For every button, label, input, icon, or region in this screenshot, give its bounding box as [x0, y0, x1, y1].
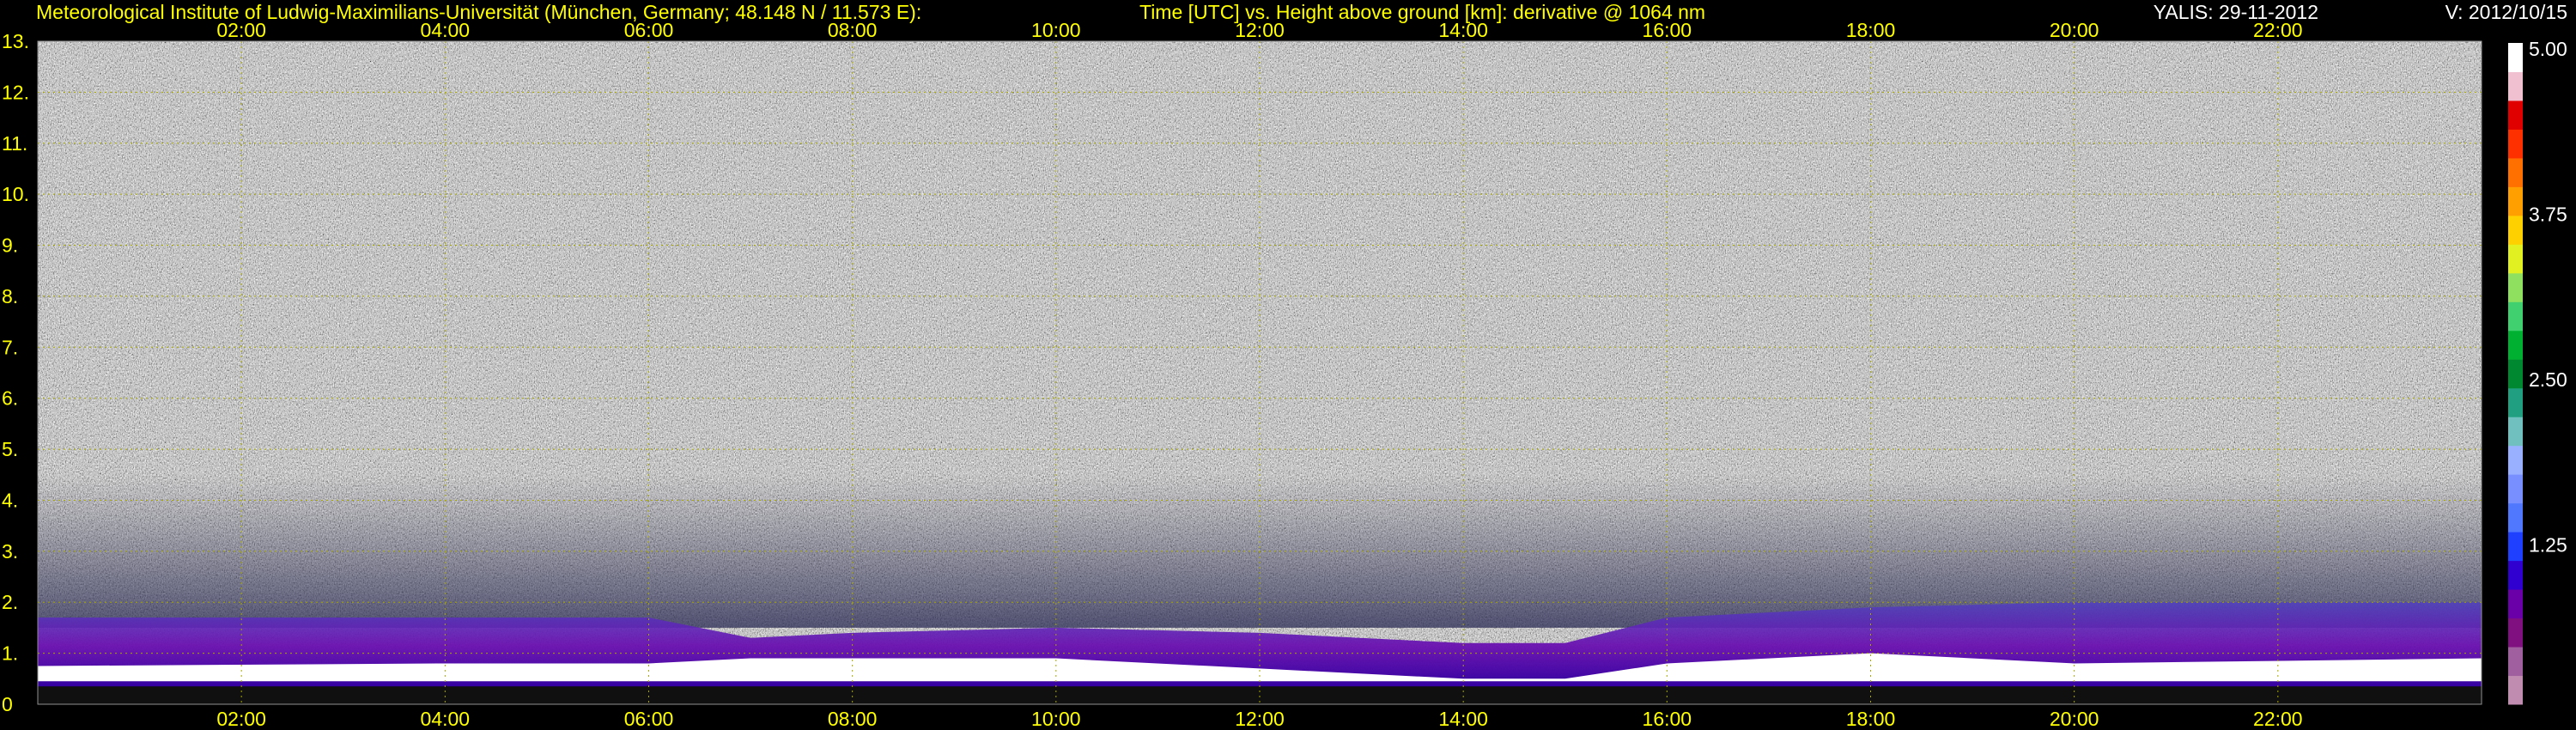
x-tick-label-bottom: 22:00	[2253, 708, 2303, 730]
x-tick-label-bottom: 14:00	[1438, 708, 1488, 730]
colorbar-segment	[2508, 502, 2523, 532]
x-tick-label-top: 22:00	[2253, 19, 2303, 41]
colorbar-segment	[2508, 244, 2523, 274]
colorbar-segment	[2508, 186, 2523, 216]
y-tick-label: 10.	[2, 183, 29, 205]
y-tick-label: 12.	[2, 81, 29, 103]
y-tick-label: 9.	[2, 234, 18, 257]
x-tick-label-top: 18:00	[1846, 19, 1896, 41]
y-tick-label: 6.	[2, 387, 18, 410]
colorbar-segment	[2508, 100, 2523, 130]
colorbar-segment	[2508, 417, 2523, 447]
y-tick-label: 7.	[2, 336, 18, 358]
x-tick-label-top: 14:00	[1438, 19, 1488, 41]
y-axis: 0 1. 2. 3. 4. 5. 6. 7. 8. 9. 10. 11. 12. 13.	[2, 30, 29, 715]
x-tick-label-top: 16:00	[1643, 19, 1692, 41]
y-tick-label: 3.	[2, 540, 18, 563]
lidar-chart: 02:00 04:00 06:00 08:00 10:00 12:00 14:00 16:00…	[2, 19, 2567, 730]
colorbar-segment	[2508, 589, 2523, 619]
colorbar-segment	[2508, 445, 2523, 475]
colorbar-tick-label: 5.00	[2529, 38, 2567, 60]
colorbar-segment	[2508, 359, 2523, 389]
x-tick-label-bottom: 18:00	[1846, 708, 1896, 730]
colorbar-segment	[2508, 532, 2523, 562]
x-tick-label-top: 20:00	[2050, 19, 2099, 41]
colorbar-segment	[2508, 272, 2523, 302]
y-tick-label: 5.	[2, 438, 18, 460]
colorbar-segment	[2508, 474, 2523, 504]
x-tick-label-bottom: 02:00	[216, 708, 266, 730]
y-tick-label: 8.	[2, 285, 18, 307]
x-tick-label-bottom: 16:00	[1643, 708, 1692, 730]
y-tick-label: 0	[2, 693, 13, 715]
colorbar-segment	[2508, 330, 2523, 360]
colorbar: 1.25 2.50 3.75 5.00	[2508, 38, 2567, 705]
x-tick-label-bottom: 20:00	[2050, 708, 2099, 730]
x-tick-label-top: 08:00	[828, 19, 878, 41]
x-tick-label-top: 06:00	[624, 19, 674, 41]
colorbar-segment	[2508, 301, 2523, 332]
colorbar-tick-label: 1.25	[2529, 534, 2567, 557]
colorbar-segment	[2508, 215, 2523, 245]
x-tick-label-bottom: 08:00	[828, 708, 878, 730]
y-tick-label: 13.	[2, 30, 29, 52]
colorbar-segment	[2508, 647, 2523, 677]
colorbar-segment	[2508, 560, 2523, 590]
colorbar-segment	[2508, 71, 2523, 101]
y-tick-label: 2.	[2, 591, 18, 613]
colorbar-segment	[2508, 157, 2523, 187]
colorbar-segment	[2508, 129, 2523, 159]
colorbar-segment	[2508, 387, 2523, 417]
x-axis-bottom: 02:00 04:00 06:00 08:00 10:00 12:00 14:00 16:00…	[216, 708, 2302, 730]
x-tick-label-bottom: 10:00	[1031, 708, 1081, 730]
colorbar-tick-label: 2.50	[2529, 368, 2567, 391]
x-axis-top: 02:00 04:00 06:00 08:00 10:00 12:00 14:00 16:00…	[216, 19, 2302, 41]
x-tick-label-top: 04:00	[421, 19, 471, 41]
colorbar-tick-label: 3.75	[2529, 204, 2567, 226]
x-tick-label-bottom: 04:00	[421, 708, 471, 730]
colorbar-segment	[2508, 675, 2523, 705]
x-tick-label-bottom: 06:00	[624, 708, 674, 730]
y-tick-label: 11.	[2, 132, 27, 155]
colorbar-segment	[2508, 43, 2523, 72]
x-tick-label-top: 12:00	[1235, 19, 1285, 41]
y-tick-label: 1.	[2, 642, 18, 665]
x-tick-label-bottom: 12:00	[1235, 708, 1285, 730]
x-tick-label-top: 02:00	[216, 19, 266, 41]
colorbar-segment	[2508, 617, 2523, 648]
x-tick-label-top: 10:00	[1031, 19, 1081, 41]
y-tick-label: 4.	[2, 489, 18, 511]
